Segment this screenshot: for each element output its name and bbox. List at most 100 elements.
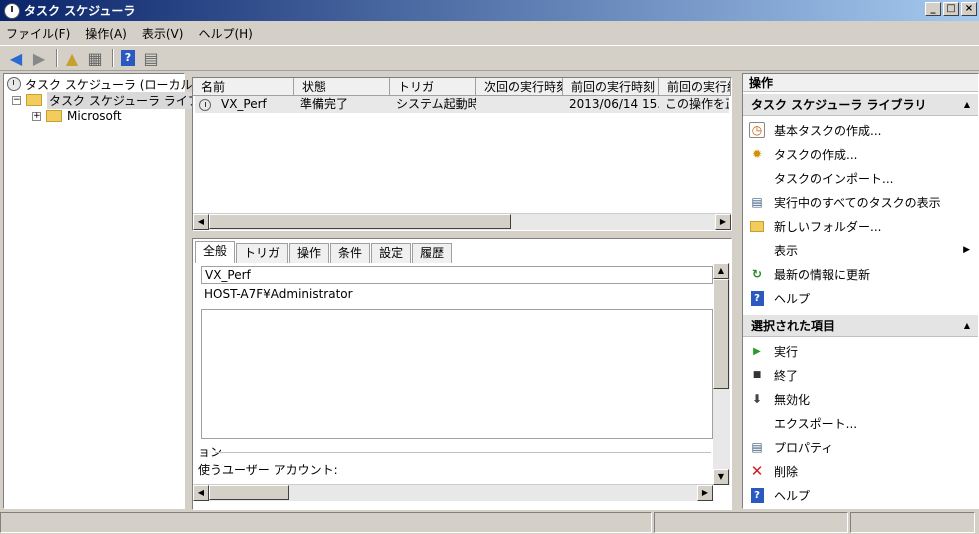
tree-item-root[interactable]: タスク スケジューラ (ローカル)	[7, 76, 197, 92]
menu-bar: ファイル(F) 操作(A) 表示(V) ヘルプ(H)	[0, 22, 979, 44]
column-header-status[interactable]: 状態	[294, 78, 390, 95]
column-header-last-result[interactable]: 前回の実行結	[659, 78, 731, 95]
scroll-thumb[interactable]	[209, 485, 289, 500]
task-list-hscrollbar[interactable]: ◀ ▶	[193, 213, 731, 230]
column-header-trigger[interactable]: トリガ	[390, 78, 476, 95]
tab-settings[interactable]: 設定	[371, 243, 412, 263]
clock-icon	[4, 2, 20, 19]
scroll-left-icon[interactable]: ◀	[193, 214, 209, 230]
name-field[interactable]: VX_Perf	[201, 266, 713, 284]
properties-icon: ▤	[751, 440, 763, 454]
tab-general[interactable]: 全般	[195, 241, 236, 263]
column-header-name[interactable]: 名前	[193, 78, 294, 95]
forward-arrow-icon[interactable]: ▶	[29, 48, 49, 68]
submenu-arrow-icon: ▶	[963, 245, 970, 255]
task-list: 名前 状態 トリガ 次回の実行時刻 前回の実行時刻 前回の実行結 VX_Perf…	[192, 77, 732, 231]
show-hide-tree-icon[interactable]: ▦	[85, 48, 105, 68]
scroll-thumb[interactable]	[713, 279, 729, 389]
action-new-folder[interactable]: 新しいフォルダー...	[743, 214, 978, 238]
column-header-next-run[interactable]: 次回の実行時刻	[476, 78, 563, 95]
status-pane-2	[654, 512, 848, 533]
section-header-library[interactable]: タスク スケジューラ ライブラリ ▲	[743, 94, 978, 116]
detail-vscrollbar[interactable]: ▲ ▼	[713, 263, 730, 485]
scroll-up-icon[interactable]: ▲	[713, 263, 729, 279]
name-value: VX_Perf	[205, 268, 251, 282]
action-label: 表示	[774, 243, 799, 258]
user-account-label: 使うユーザー アカウント:	[198, 463, 338, 477]
title-bar: タスク スケジューラ _ □ ×	[0, 0, 979, 21]
author-value: HOST-A7F¥Administrator	[204, 287, 353, 301]
action-label: 基本タスクの作成...	[774, 123, 882, 138]
expand-icon[interactable]: +	[32, 111, 41, 121]
play-icon: ▶	[753, 345, 761, 357]
up-folder-icon[interactable]: ▲	[62, 48, 82, 68]
scroll-left-icon[interactable]: ◀	[193, 485, 209, 501]
clock-icon	[7, 77, 21, 91]
action-label: タスクの作成...	[774, 147, 858, 162]
task-list-header: 名前 状態 トリガ 次回の実行時刻 前回の実行時刻 前回の実行結	[193, 78, 731, 96]
scroll-right-icon[interactable]: ▶	[715, 214, 731, 230]
action-run[interactable]: ▶ 実行	[743, 339, 978, 363]
menu-help[interactable]: ヘルプ(H)	[198, 25, 252, 42]
detail-hscrollbar[interactable]: ◀ ▶	[193, 484, 713, 501]
action-end[interactable]: ■ 終了	[743, 363, 978, 387]
action-help-selected[interactable]: ? ヘルプ	[743, 483, 978, 507]
new-folder-icon	[749, 218, 765, 234]
tab-history[interactable]: 履歴	[412, 243, 453, 263]
action-label: ヘルプ	[774, 291, 811, 306]
section-header-selected-item[interactable]: 選択された項目 ▲	[743, 315, 978, 337]
action-import-task[interactable]: タスクのインポート...	[743, 166, 978, 190]
action-label: ヘルプ	[774, 488, 811, 503]
tab-actions[interactable]: 操作	[289, 243, 330, 263]
action-properties[interactable]: ▤ プロパティ	[743, 435, 978, 459]
action-disable[interactable]: ⬇ 無効化	[743, 387, 978, 411]
clock-star-icon: ✹	[751, 147, 763, 161]
action-label: 無効化	[774, 392, 811, 407]
toolbar-separator	[112, 49, 114, 67]
cell-status: 準備完了	[300, 97, 349, 111]
menu-view[interactable]: 表示(V)	[142, 25, 184, 42]
action-create-basic-task[interactable]: ◷ 基本タスクの作成...	[743, 118, 978, 142]
show-hide-action-pane-icon[interactable]: ▤	[141, 48, 161, 68]
status-pane-main	[0, 512, 652, 533]
tree-root-label: タスク スケジューラ (ローカル)	[25, 77, 198, 92]
toolbar-separator	[56, 49, 58, 67]
collapse-arrow-icon[interactable]: ▲	[964, 94, 970, 116]
maximize-button[interactable]: □	[943, 2, 959, 16]
action-label: 新しいフォルダー...	[774, 219, 882, 234]
back-arrow-icon[interactable]: ◀	[6, 48, 26, 68]
collapse-arrow-icon[interactable]: ▲	[964, 315, 970, 337]
action-show-running-tasks[interactable]: ▤ 実行中のすべてのタスクの表示	[743, 190, 978, 214]
action-refresh[interactable]: ↻ 最新の情報に更新	[743, 262, 978, 286]
status-bar	[0, 511, 979, 534]
help-icon[interactable]: ?	[118, 48, 138, 68]
scroll-thumb[interactable]	[209, 214, 511, 229]
table-row[interactable]: VX_Perf 準備完了 システム起動時 2013/06/14 15... この…	[195, 96, 729, 113]
action-create-task[interactable]: ✹ タスクの作成...	[743, 142, 978, 166]
tab-conditions[interactable]: 条件	[330, 243, 371, 263]
section-title: 選択された項目	[751, 319, 836, 333]
down-arrow-icon: ⬇	[751, 392, 763, 406]
collapse-icon[interactable]: −	[12, 95, 21, 105]
menu-file[interactable]: ファイル(F)	[6, 25, 70, 42]
scroll-down-icon[interactable]: ▼	[713, 469, 729, 485]
tab-triggers[interactable]: トリガ	[236, 243, 289, 263]
action-help[interactable]: ? ヘルプ	[743, 286, 978, 310]
description-field[interactable]	[201, 309, 713, 439]
cell-last-run: 2013/06/14 15...	[569, 97, 659, 111]
scroll-right-icon[interactable]: ▶	[697, 485, 713, 501]
minimize-button[interactable]: _	[925, 2, 941, 16]
blank-icon	[749, 415, 765, 431]
menu-action[interactable]: 操作(A)	[85, 25, 127, 42]
navigation-tree: タスク スケジューラ (ローカル) − タスク スケジューラ ライブラリ + M…	[3, 73, 226, 509]
blank-icon	[749, 170, 765, 186]
delete-x-icon: ✕	[750, 462, 764, 480]
action-view-submenu[interactable]: 表示 ▶	[743, 238, 978, 262]
toolbar: ◀ ▶ ▲ ▦ ? ▤	[0, 45, 979, 71]
column-header-last-run[interactable]: 前回の実行時刻	[563, 78, 659, 95]
close-button[interactable]: ×	[961, 2, 977, 16]
tree-item-microsoft[interactable]: + Microsoft	[32, 108, 122, 124]
cell-last-result: この操作を正	[665, 97, 729, 111]
action-delete[interactable]: ✕ 削除	[743, 459, 978, 483]
action-export[interactable]: エクスポート...	[743, 411, 978, 435]
